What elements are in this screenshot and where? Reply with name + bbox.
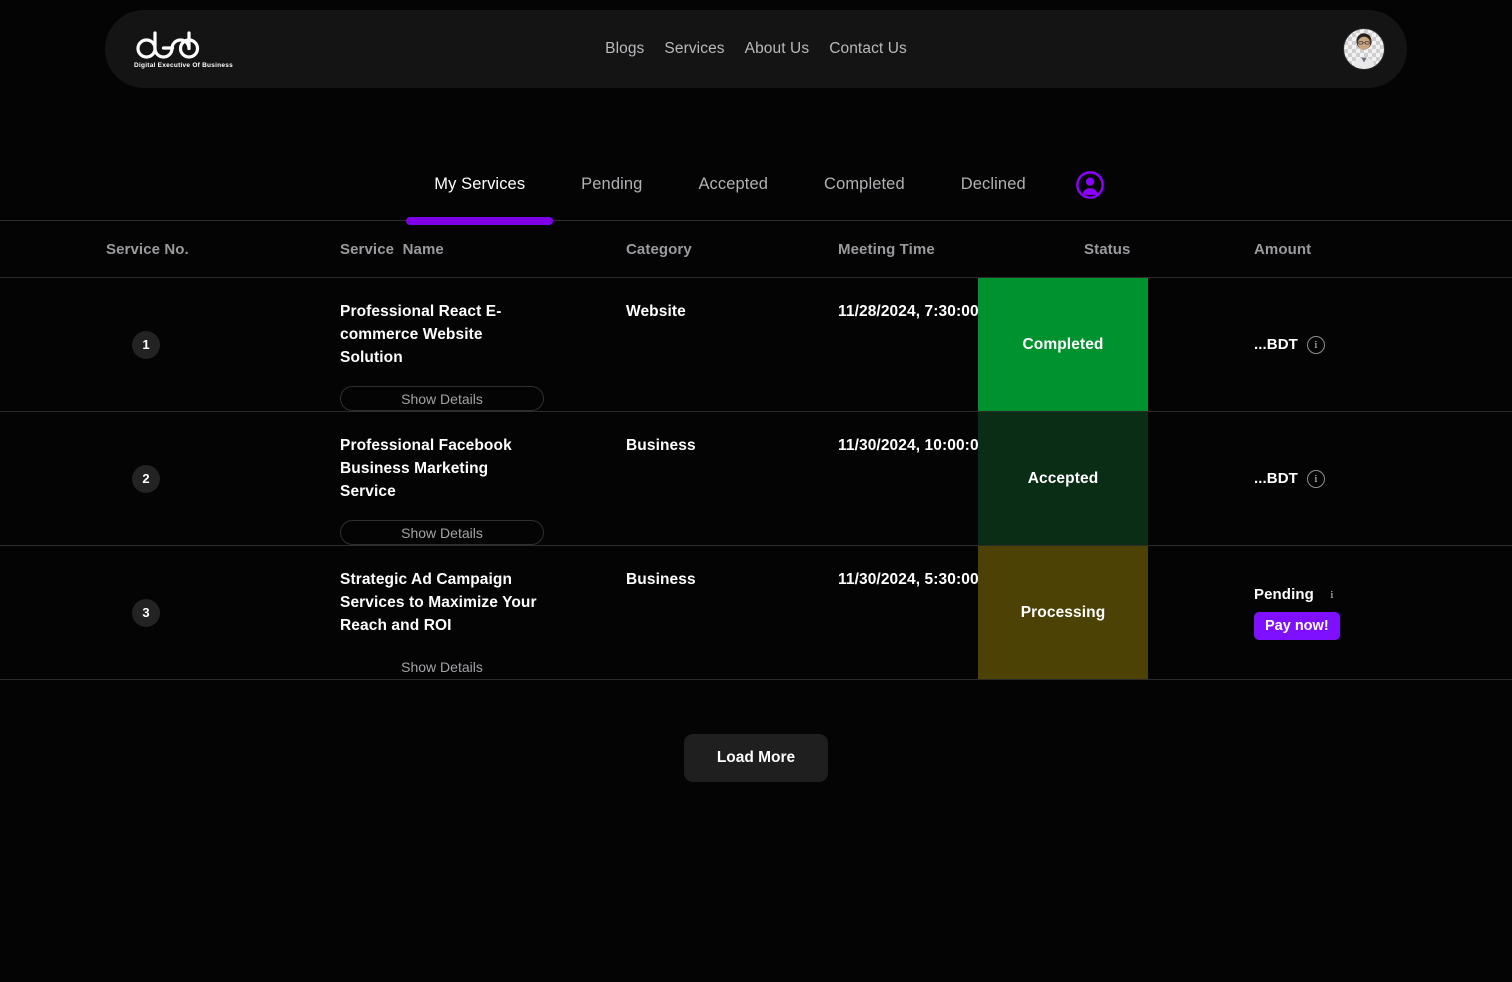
amount-cell: ...BDT i — [1254, 278, 1512, 411]
service-name-cell: Strategic Ad Campaign Services to Maximi… — [340, 546, 626, 679]
amount-value: Pending — [1254, 586, 1314, 603]
category-value: Business — [626, 571, 696, 588]
amount-value: ...BDT — [1254, 470, 1298, 487]
show-details-button[interactable]: Show Details — [340, 520, 544, 545]
category-cell: Website — [626, 278, 838, 411]
status-badge: Processing — [978, 546, 1148, 679]
info-icon[interactable]: i — [1306, 335, 1325, 354]
avatar-photo-icon — [1353, 33, 1375, 69]
nav-link-about-us[interactable]: About Us — [745, 40, 810, 58]
service-name: Strategic Ad Campaign Services to Maximi… — [340, 571, 537, 634]
user-circle-icon — [1075, 170, 1104, 199]
services-tabs: My Services Pending Accepted Completed D… — [0, 149, 1512, 225]
category-value: Business — [626, 437, 696, 454]
info-icon[interactable]: i — [1306, 469, 1325, 488]
tab-my-services-label: My Services — [434, 175, 526, 193]
service-name: Professional React E-commerce Website So… — [340, 303, 502, 366]
row-number-badge: 3 — [132, 598, 160, 627]
navbar-container: Digital Executive Of Business Blogs Serv… — [0, 0, 1512, 88]
column-header-status: Status — [1084, 240, 1131, 258]
table-header-row: Service No. Service Name Category Meetin… — [0, 221, 1512, 277]
amount-cell: ...BDT i — [1254, 412, 1512, 545]
service-name-cell: Professional React E-commerce Website So… — [340, 278, 626, 411]
status-value: Accepted — [1027, 469, 1099, 487]
category-value: Website — [626, 303, 686, 320]
tab-accepted-label: Accepted — [698, 175, 769, 193]
profile-button[interactable] — [1074, 169, 1106, 201]
show-details-button[interactable]: Show Details — [340, 654, 544, 679]
tab-declined[interactable]: Declined — [933, 149, 1054, 221]
service-no-cell: 3 — [106, 546, 340, 679]
column-header-amount: Amount — [1254, 240, 1312, 258]
tab-completed-label: Completed — [824, 175, 905, 193]
service-no-cell: 1 — [106, 278, 340, 411]
tab-completed[interactable]: Completed — [796, 149, 933, 221]
tab-pending-label: Pending — [581, 175, 643, 193]
pay-now-button[interactable]: Pay now! — [1254, 611, 1340, 640]
category-cell: Business — [626, 412, 838, 545]
nav-link-contact-us[interactable]: Contact Us — [829, 40, 907, 58]
tab-declined-label: Declined — [960, 175, 1026, 193]
logo-tagline: Digital Executive Of Business — [134, 61, 234, 69]
column-header-service-name: Service Name — [340, 240, 444, 258]
tab-pending[interactable]: Pending — [553, 149, 670, 221]
nav-link-blogs[interactable]: Blogs — [605, 40, 644, 58]
avatar[interactable] — [1343, 28, 1385, 70]
load-more-container: Load More — [0, 734, 1512, 782]
status-badge: Completed — [978, 278, 1148, 411]
status-value: Processing — [1020, 603, 1106, 621]
tab-my-services[interactable]: My Services — [406, 149, 554, 225]
nav-link-services[interactable]: Services — [664, 40, 724, 58]
column-header-meeting-time: Meeting Time — [838, 240, 935, 258]
navbar: Digital Executive Of Business Blogs Serv… — [105, 10, 1407, 88]
column-header-service-no: Service No. — [106, 240, 189, 258]
service-no-cell: 2 — [106, 412, 340, 545]
column-header-category: Category — [626, 240, 692, 258]
status-value: Completed — [1022, 335, 1104, 353]
service-name-cell: Professional Facebook Business Marketing… — [340, 412, 626, 545]
main-nav: Blogs Services About Us Contact Us — [105, 40, 1407, 58]
tab-accepted[interactable]: Accepted — [670, 149, 796, 221]
table-row: 3 Strategic Ad Campaign Services to Maxi… — [0, 545, 1512, 680]
brand-logo[interactable]: Digital Executive Of Business — [133, 30, 283, 69]
category-cell: Business — [626, 546, 838, 679]
row-number-badge: 2 — [132, 464, 160, 493]
show-details-button[interactable]: Show Details — [340, 386, 544, 411]
services-table: Service No. Service Name Category Meetin… — [0, 221, 1512, 680]
amount-value: ...BDT — [1254, 336, 1298, 353]
table-row: 1 Professional React E-commerce Website … — [0, 277, 1512, 411]
row-number-badge: 1 — [132, 330, 160, 359]
info-icon[interactable]: i — [1323, 586, 1341, 604]
table-row: 2 Professional Facebook Business Marketi… — [0, 411, 1512, 545]
status-badge: Accepted — [978, 412, 1148, 545]
amount-cell: Pending i Pay now! — [1254, 546, 1512, 679]
service-name: Professional Facebook Business Marketing… — [340, 437, 512, 500]
dab-logo-icon — [136, 30, 200, 59]
load-more-button[interactable]: Load More — [683, 734, 829, 782]
